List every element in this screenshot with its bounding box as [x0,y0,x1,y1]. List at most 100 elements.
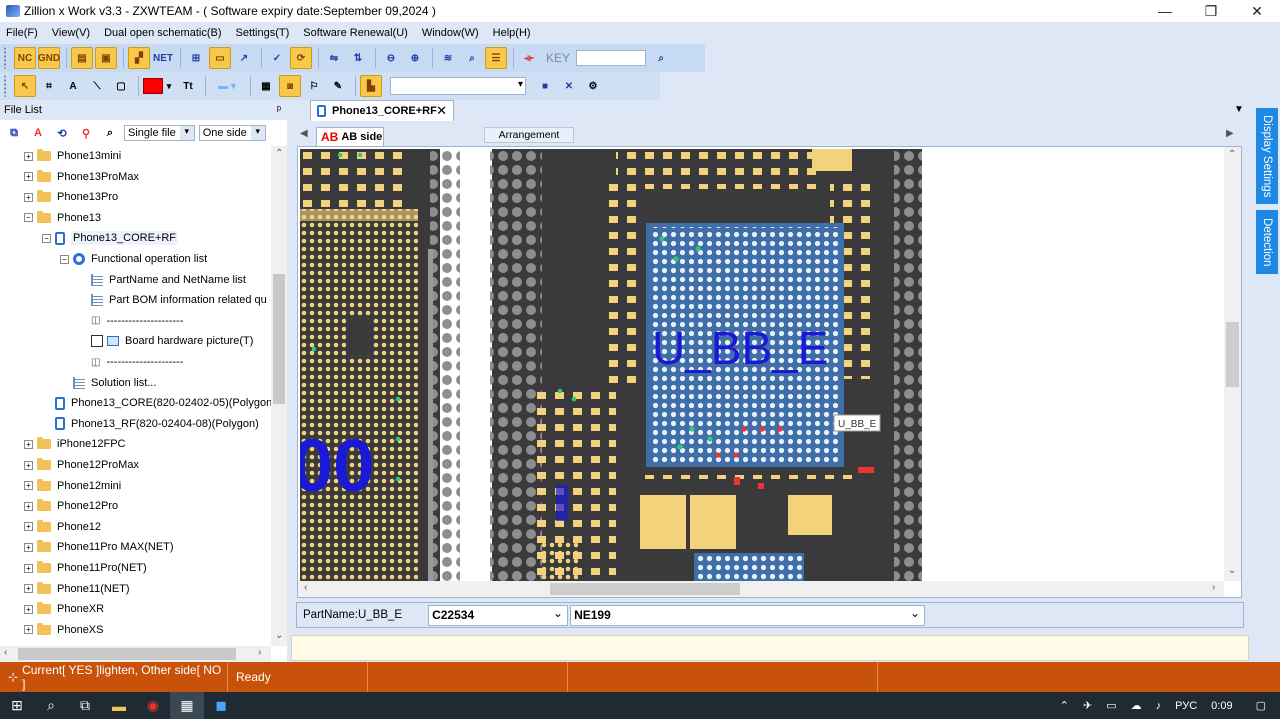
close-tab-icon[interactable]: ✕ [436,103,447,119]
line-tool-icon[interactable]: ⟍ [86,75,108,97]
net-select[interactable]: NE199 [570,604,926,626]
arrangement-button[interactable]: Arrangement [484,127,574,143]
measure-icon[interactable]: ⟛ [518,47,540,69]
tree-item[interactable]: + Phone12 [24,517,101,537]
scroll-thumb[interactable] [273,274,285,404]
tree-item[interactable]: + Phone12Pro [24,496,118,516]
text-tool-icon[interactable]: A [62,75,84,97]
part-value-select[interactable]: C22534 [428,604,569,626]
scroll-right-icon[interactable]: › [258,647,261,658]
tree-item[interactable]: + PhoneXS [24,620,103,640]
expander-icon[interactable]: + [24,542,33,552]
close-window-button[interactable]: ✕ [1234,0,1280,22]
color-dropdown-icon[interactable]: ▾ [163,75,175,97]
expander-icon[interactable]: − [60,254,69,264]
tree-item[interactable]: + Phone12ProMax [24,455,139,475]
refresh-icon[interactable]: ⟲ [52,124,72,142]
frame-icon[interactable]: ▭ [209,47,231,69]
tree-item[interactable]: + iPhone12FPC [24,434,126,454]
search-icon[interactable]: ⌕ [100,124,120,142]
menu-view[interactable]: View(V) [52,27,90,39]
tab-detection[interactable]: Detection [1256,210,1278,274]
select-icon[interactable]: ⌗ [38,75,60,97]
scroll-thumb[interactable] [550,583,740,595]
zoom-out-icon[interactable]: ⊖ [380,47,402,69]
font-size-icon[interactable]: Tt [177,75,199,97]
tree-item[interactable]: − Functional operation list [60,249,207,269]
tab-display-settings[interactable]: Display Settings [1256,108,1278,204]
expander-icon[interactable]: + [24,563,33,573]
pin-icon[interactable]: ᵖ [277,104,281,116]
tree-vertical-scrollbar[interactable]: ⌃ ⌄ [271,146,287,646]
pin-icon[interactable]: ✎ [327,75,349,97]
tree-item[interactable]: Part BOM information related qu [78,290,267,310]
volume-icon[interactable]: ♪ [1156,700,1162,712]
chrome-icon[interactable]: ◉ [136,692,170,719]
scroll-down-icon[interactable]: ⌄ [275,630,283,641]
board-horizontal-scrollbar[interactable]: ‹ › [298,581,1224,597]
tree-item[interactable]: + Phone11Pro(NET) [24,558,147,578]
folder-tool-icon[interactable]: ▙ [360,75,382,97]
location-icon[interactable]: ⚲ [76,124,96,142]
expander-icon[interactable]: + [24,522,33,532]
color-swatch[interactable] [143,78,163,94]
restore-button[interactable]: ❐ [1188,0,1234,22]
expander-icon[interactable]: + [24,172,33,182]
tree-item[interactable]: + Phone13mini [24,146,121,166]
copy-icon[interactable]: ⧉ [4,124,24,142]
menu-help[interactable]: Help(H) [493,27,531,39]
board-icon[interactable]: ▣ [95,47,117,69]
tree-item[interactable]: PartName and NetName list [78,270,246,290]
board-vertical-scrollbar[interactable]: ⌃ ⌄ [1224,147,1241,581]
expander-icon[interactable]: + [24,439,33,449]
tree-item[interactable]: Phone13_CORE(820-02402-05)(Polygon [42,393,271,413]
toolbar-grip[interactable] [4,75,8,97]
delete-icon[interactable]: ✕ [558,75,580,97]
expander-icon[interactable]: + [24,151,33,161]
key-input[interactable] [576,50,647,66]
search-icon[interactable]: ⌕ [34,692,68,719]
tree-item[interactable]: Phone13_RF(820-02404-08)(Polygon) [42,414,259,434]
font-icon[interactable]: A [28,124,48,142]
tree-item[interactable]: + Phone12mini [24,476,121,496]
gnd-button[interactable]: GND [38,47,60,69]
expander-icon[interactable]: + [24,604,33,614]
cloud-icon[interactable]: ☁ [1131,699,1142,712]
expander-icon[interactable]: + [24,625,33,635]
scroll-up-icon[interactable]: ⌃ [1228,149,1236,160]
menu-software-renewal[interactable]: Software Renewal(U) [303,27,408,39]
tree-item[interactable]: + PhoneXR [24,599,104,619]
search-zoom-icon[interactable]: ⌕ [461,47,483,69]
layers-icon[interactable]: ≋ [437,47,459,69]
menu-settings[interactable]: Settings(T) [235,27,289,39]
expander-icon[interactable]: + [24,481,33,491]
tree-item[interactable]: ◫ --------------------- [78,311,183,331]
tab-ab-side[interactable]: AB AB side [316,127,384,146]
toolbar-grip[interactable] [4,47,8,69]
side-mode-select[interactable]: One side [198,125,266,141]
nc-button[interactable]: NC [14,47,36,69]
check-icon[interactable]: ✓ [266,47,288,69]
clock[interactable]: 0:09 [1211,700,1232,712]
list-icon[interactable]: ☰ [485,47,507,69]
search-icon[interactable]: ⌕ [650,47,672,69]
menu-dual-open[interactable]: Dual open schematic(B) [104,27,221,39]
expander-icon[interactable]: + [24,192,33,202]
tab-scroll-right-icon[interactable]: ▶ [1226,128,1234,139]
notification-icon[interactable]: ▢ [1256,699,1266,712]
line-style-icon[interactable]: ▬ ▾ [210,75,244,97]
menu-window[interactable]: Window(W) [422,27,479,39]
expander-icon[interactable]: + [24,501,33,511]
flag-icon[interactable]: ⚐ [303,75,325,97]
schematic-icon[interactable]: ▤ [71,47,93,69]
tab-scroll-left-icon[interactable]: ◀ [300,128,308,139]
scroll-right-icon[interactable]: › [1212,582,1215,593]
settings-icon[interactable]: ⚙ [582,75,604,97]
zxw-app-icon[interactable]: ▦ [170,692,204,719]
net-button[interactable]: NET [152,47,174,69]
tree-item[interactable]: Board hardware picture(T) [78,331,253,351]
tree-item[interactable]: Solution list... [60,373,156,393]
board-canvas[interactable]: U_BB_E 00 U_BB_E [300,149,922,581]
tree-item[interactable]: − Phone13 [24,208,101,228]
task-view-icon[interactable]: ⧉ [68,692,102,719]
